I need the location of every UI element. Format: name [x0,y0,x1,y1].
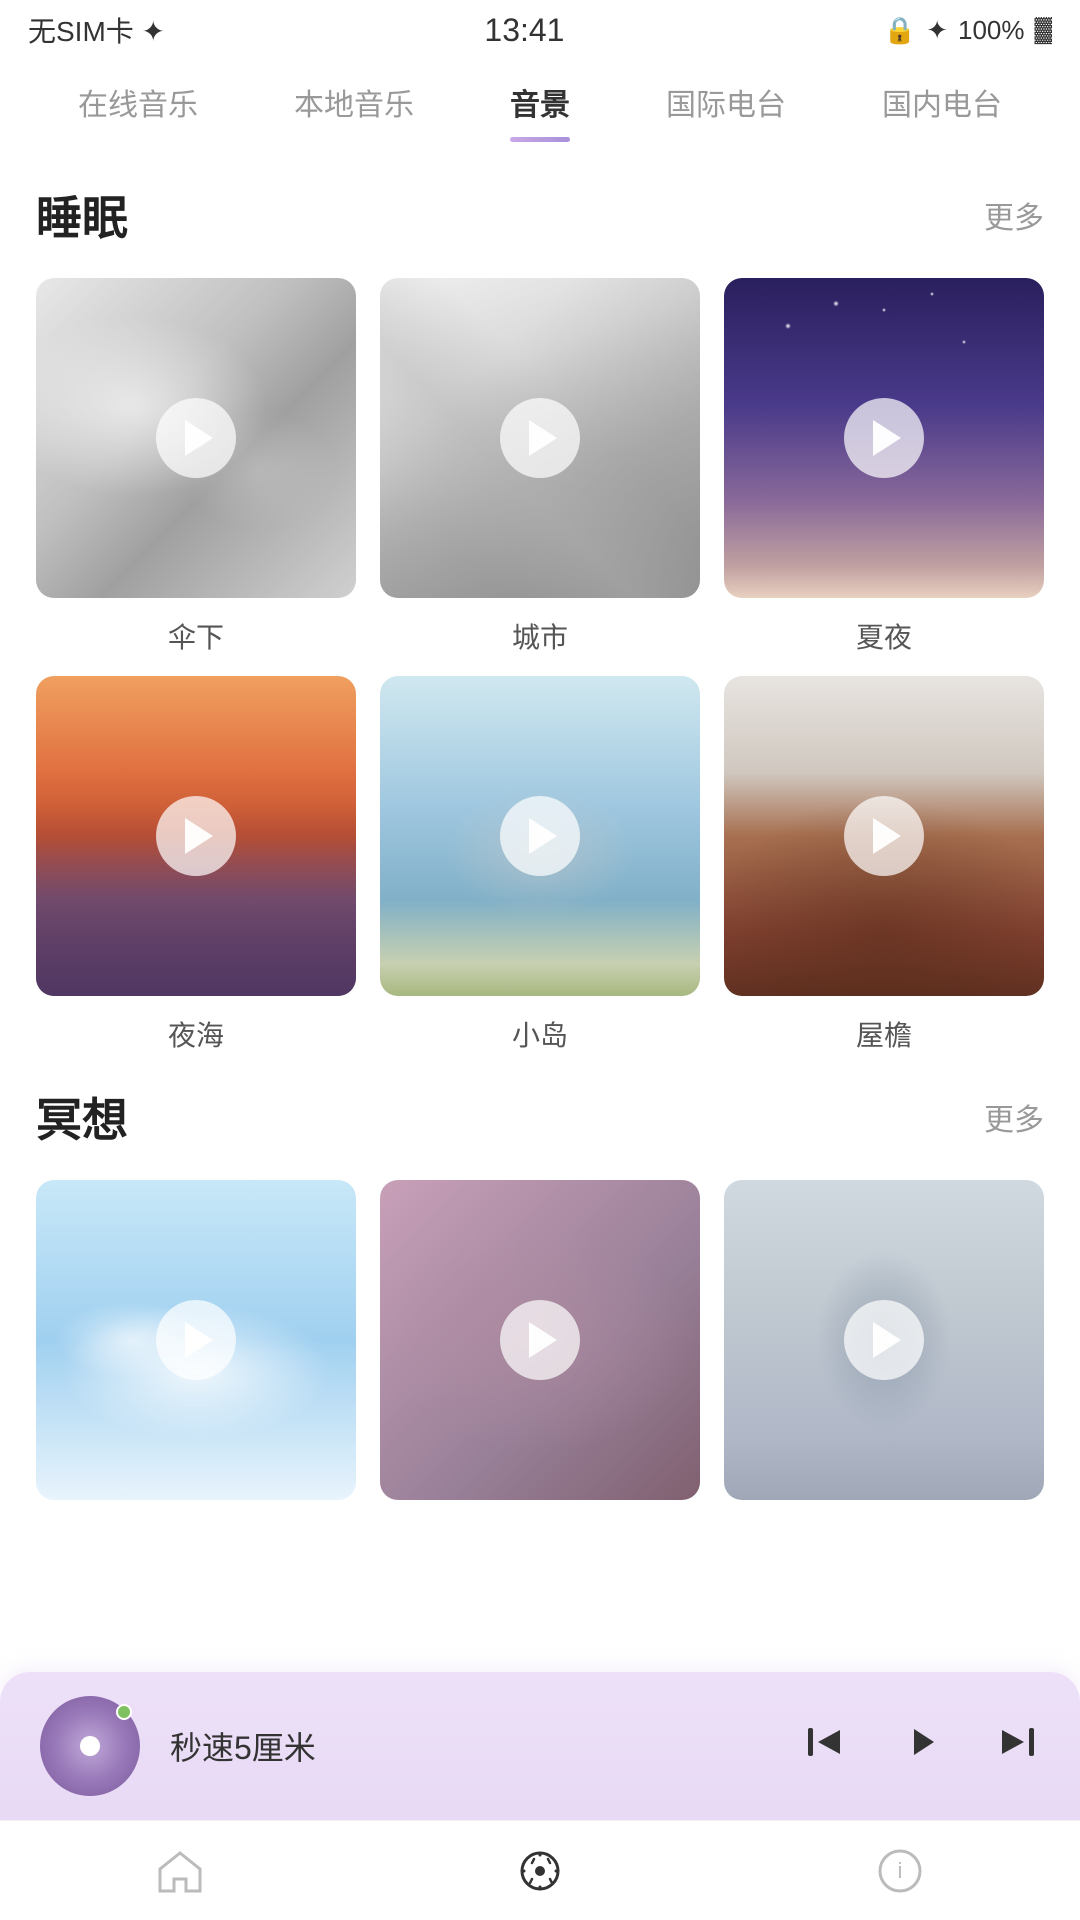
status-time: 13:41 [484,12,564,49]
meditation-row-1 [36,1180,1044,1500]
nav-home[interactable] [154,1845,206,1897]
tab-intl-radio[interactable]: 国际电台 [666,80,786,142]
clouds-thumb[interactable] [36,1180,356,1500]
eaves-label: 屋檐 [856,1014,912,1054]
tab-online[interactable]: 在线音乐 [78,80,198,142]
list-item-umbrella: 伞下 [36,278,356,656]
city-label: 城市 [512,616,568,656]
player-controls [802,1717,1040,1775]
next-button[interactable] [996,1720,1040,1772]
sleep-row-1: 伞下 城市 夏夜 [36,278,1044,656]
album-online-dot [116,1704,132,1720]
play-clouds-button[interactable] [156,1300,236,1380]
eaves-thumb[interactable] [724,676,1044,996]
bird-thumb[interactable] [724,1180,1044,1500]
player-info: 秒速5厘米 [170,1723,772,1769]
status-carrier: 无SIM卡 ✦ [28,10,165,50]
play-pause-button[interactable] [896,1717,946,1775]
bottom-player: 秒速5厘米 [0,1672,1080,1820]
nightsea-thumb[interactable] [36,676,356,996]
sleep-more-button[interactable]: 更多 [984,193,1044,237]
island-label: 小岛 [512,1014,568,1054]
battery-icon: ▓ [1035,16,1053,44]
player-title: 秒速5厘米 [170,1723,772,1769]
sleep-row-2: 夜海 小岛 屋檐 [36,676,1044,1054]
sleep-section-title: 睡眠 [36,182,128,248]
play-bird-button[interactable] [844,1300,924,1380]
meditation-section-title: 冥想 [36,1084,128,1150]
tab-cn-radio[interactable]: 国内电台 [882,80,1002,142]
nav-info[interactable]: i [874,1845,926,1897]
sleep-section-header: 睡眠 更多 [36,182,1044,248]
bluetooth-icon: ✦ [926,15,948,46]
meditation-section-header: 冥想 更多 [36,1084,1044,1150]
play-summernight-button[interactable] [844,398,924,478]
list-item-nightsea: 夜海 [36,676,356,1054]
tab-soundscape[interactable]: 音景 [510,80,570,142]
city-thumb[interactable] [380,278,700,598]
summernight-label: 夏夜 [856,616,912,656]
lock-icon: 🔒 [884,15,916,46]
umbrella-thumb[interactable] [36,278,356,598]
player-album-art[interactable] [40,1696,140,1796]
list-item-eaves: 屋檐 [724,676,1044,1054]
play-eaves-button[interactable] [844,796,924,876]
svg-text:i: i [898,1858,903,1883]
meditation-more-button[interactable]: 更多 [984,1095,1044,1139]
status-right: 🔒 ✦ 100% ▓ [884,15,1052,46]
tab-local[interactable]: 本地音乐 [294,80,414,142]
umbrella-label: 伞下 [168,616,224,656]
list-item-summernight: 夏夜 [724,278,1044,656]
main-content: 睡眠 更多 伞下 城市 夏夜 夜海 [0,142,1080,1500]
list-item-island: 小岛 [380,676,700,1054]
meditation-section: 冥想 更多 [36,1084,1044,1500]
play-umbrella-button[interactable] [156,398,236,478]
status-bar: 无SIM卡 ✦ 13:41 🔒 ✦ 100% ▓ [0,0,1080,60]
play-nightsea-button[interactable] [156,796,236,876]
swirls-thumb[interactable] [380,1180,700,1500]
play-swirls-button[interactable] [500,1300,580,1380]
list-item-bird [724,1180,1044,1500]
prev-button[interactable] [802,1720,846,1772]
list-item-clouds [36,1180,356,1500]
summernight-thumb[interactable] [724,278,1044,598]
bottom-nav: i [0,1820,1080,1920]
island-thumb[interactable] [380,676,700,996]
nav-music[interactable] [514,1845,566,1897]
list-item-city: 城市 [380,278,700,656]
play-island-button[interactable] [500,796,580,876]
play-city-button[interactable] [500,398,580,478]
nav-tabs: 在线音乐 本地音乐 音景 国际电台 国内电台 [0,60,1080,142]
list-item-swirls [380,1180,700,1500]
nightsea-label: 夜海 [168,1014,224,1054]
